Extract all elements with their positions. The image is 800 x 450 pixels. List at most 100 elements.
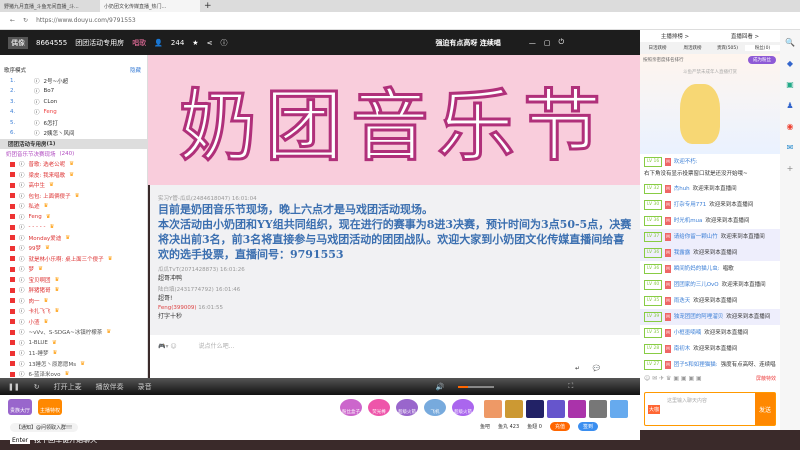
rank-tab[interactable]: 周活跃榜 [675, 45, 710, 51]
chat-input[interactable]: 说点什么吧... [199, 343, 235, 350]
minimize-icon[interactable]: — [529, 39, 536, 47]
member-item[interactable]: ⓘ 梁皮: 我来唱歌 ♛ [0, 170, 147, 181]
member-item[interactable]: ⓘ 就是林小乐啊: 桌上面三个傻子 ♛ [0, 254, 147, 265]
fullscreen-icon[interactable]: ⛶ [568, 382, 573, 391]
browser-tab[interactable]: 野猪九月直播_斗鱼无间直播_斗... [0, 0, 100, 12]
gamepad-icon[interactable]: 🎮▾ [158, 343, 168, 350]
member-item[interactable]: ⓘ 小渣 ♛ [0, 317, 147, 328]
member-item[interactable]: ⓘ 99梦 ♛ [0, 243, 147, 254]
volume-slider[interactable] [458, 385, 495, 388]
room-header: 偶像 8664555 团团活动专用房 唱歌 👤 244 ★ ⋖ ⓘ 强迫有点高呀 连续… [0, 30, 640, 55]
join-fan-button[interactable]: 成为粉丝 [748, 56, 776, 64]
gift-item[interactable] [526, 400, 544, 418]
queue-item[interactable]: 2. ⓘ Bo7 [0, 86, 147, 97]
power-icon[interactable]: ⏻ [559, 38, 565, 47]
member-item[interactable]: ⓘ 肉一 ♛ [0, 296, 147, 307]
crown-icon: ♛ [43, 318, 49, 325]
send-button[interactable]: 发送 [755, 393, 775, 425]
member-item[interactable]: ⓘ 梦 ♛ [0, 264, 147, 275]
member-item[interactable]: ⓘ ~vVv、S-SDGA~冰镇柠檬茶 ♛ [0, 327, 147, 338]
crown-icon: ♛ [38, 266, 43, 273]
fishbar-link[interactable]: 鱼吧 [480, 423, 490, 430]
member-item[interactable]: ⓘ 高中生 ♛ [0, 180, 147, 191]
block-effects-toggle[interactable]: 屏蔽特效 [756, 375, 776, 382]
new-tab-icon[interactable]: + [200, 1, 212, 11]
hide-toggle[interactable]: 隐藏 [130, 66, 141, 74]
record-control[interactable]: 录音 [138, 382, 152, 392]
member-item[interactable]: ⓘ - - - - - ♛ [0, 222, 147, 233]
member-item[interactable]: ⓘ 私迹 ♛ [0, 201, 147, 212]
gift-item[interactable]: 荧光棒 [368, 399, 390, 416]
badge-icon [10, 235, 15, 241]
search-icon[interactable]: 🔍 [785, 38, 795, 47]
channel[interactable]: 奶团音乐节决赛现场 (240) [0, 149, 147, 160]
queue-item[interactable]: 4. ⓘ Feng [0, 107, 147, 118]
reload-icon[interactable]: ↻ [23, 17, 28, 24]
volume-icon[interactable]: 🔊 [436, 383, 445, 391]
member-item[interactable]: ⓘ 1-BLUE ♛ [0, 338, 147, 349]
member-item[interactable]: ⓘ 卡扎飞飞 ♛ [0, 306, 147, 317]
member-item[interactable]: ⓘ 包包: 上面俩傻子 ♛ [0, 191, 147, 202]
privilege-button[interactable]: 主播特权 [38, 399, 63, 415]
queue-item[interactable]: 1. ⓘ 2号~小超 [0, 76, 147, 87]
gift-item[interactable]: 粉丝盒子 [340, 399, 362, 416]
rank-tab[interactable]: 日活跃榜 [640, 45, 675, 51]
browser-tab-active[interactable]: 小奶团文化传媒直播_热门... [100, 0, 200, 12]
user-icon[interactable]: ♟ [786, 101, 793, 110]
emoji-icon[interactable]: ☺ [170, 343, 176, 350]
bubble-icon[interactable]: 💬 [593, 365, 600, 372]
info-icon[interactable]: ⓘ [220, 38, 227, 48]
rank-tab[interactable]: 粉丝(0) [745, 45, 780, 51]
crown-icon: ♛ [52, 350, 58, 357]
gift-item[interactable] [610, 400, 628, 418]
gift-item[interactable] [484, 400, 502, 418]
gift-item[interactable] [589, 400, 607, 418]
maximize-icon[interactable]: ▢ [544, 39, 551, 47]
url-text[interactable]: https://www.douyu.com/9791553 [36, 17, 136, 24]
tag-icon[interactable]: ◆ [787, 59, 793, 68]
gift-item[interactable]: 飞机 [424, 399, 446, 416]
pause-icon[interactable]: ❚❚ [8, 383, 20, 391]
back-icon[interactable]: ← [10, 17, 15, 24]
member-item[interactable]: ⓘ 6-蓝泽米ovo ♛ [0, 369, 147, 378]
queue-item[interactable]: 6. ⓘ 2姨怎丶风间 [0, 128, 147, 139]
emoji-tools-icon[interactable]: ☺ ✉ ✈ ♛ ▣ ▣ ▣ ▣ [644, 375, 702, 382]
member-item[interactable]: ⓘ Feng ♛ [0, 212, 147, 223]
gift-item[interactable]: 超级火箭 [396, 399, 418, 416]
member-item[interactable]: ⓘ 宝贝啊团 ♛ [0, 275, 147, 286]
badge-icon: M [665, 158, 671, 166]
noble-hall-button[interactable]: 贵族大厅 [8, 399, 33, 415]
add-icon[interactable]: + [787, 164, 794, 173]
chat-message-input[interactable]: 这里输入聊天内容 [663, 393, 755, 425]
send-icon[interactable]: ↵ [575, 365, 580, 372]
star-icon[interactable]: ★ [192, 39, 198, 47]
chat-message: LV 16 M 欢迎不朽: 右下角没有显示投票窗口就是还没开始哦~ [644, 157, 748, 177]
badge-icon [10, 340, 15, 346]
member-item[interactable]: ⓘ 普歌: 选老公呢 ♛ [0, 159, 147, 170]
browser-tabs: 野猪九月直播_斗鱼无间直播_斗... 小奶团文化传媒直播_热门... + [0, 0, 800, 12]
member-item[interactable]: ⓘ 11-睡梦 ♛ [0, 348, 147, 359]
queue-item[interactable]: 5. ⓘ 6怎打 [0, 118, 147, 129]
gift-item[interactable] [547, 400, 565, 418]
rank-tab[interactable]: 贵宾(505) [710, 45, 745, 51]
queue-item[interactable]: 3. ⓘ CLon [0, 97, 147, 108]
chat-message: LV 28 M 南初木 欢迎来到本直播间 [640, 341, 780, 357]
wallet-icon[interactable]: ▣ [786, 80, 794, 89]
member-item[interactable]: ⓘ 13睡怎丶原愿愿Ms ♛ [0, 359, 147, 370]
gift-item[interactable]: 超级火箭 [452, 399, 474, 416]
address-bar[interactable]: ← ↻ https://www.douyu.com/9791553 [0, 12, 800, 30]
outlook-icon[interactable]: ✉ [787, 143, 794, 152]
anchor-rank-link[interactable]: 主播排榜 > [661, 32, 689, 40]
crown-icon: ♛ [43, 297, 49, 304]
share-icon[interactable]: ⋖ [207, 39, 213, 47]
music-control[interactable]: 播放伴奏 [96, 382, 124, 392]
room-section[interactable]: 团团活动专用房 (1) [0, 138, 147, 149]
gift-item[interactable] [505, 400, 523, 418]
gift-item[interactable] [568, 400, 586, 418]
refresh-icon[interactable]: ↻ [34, 383, 40, 391]
mic-control[interactable]: 打开上麦 [54, 382, 82, 392]
replay-link[interactable]: 直播回看 > [731, 32, 759, 40]
member-item[interactable]: ⓘ Monday爱迪 ♛ [0, 233, 147, 244]
office-icon[interactable]: ◉ [787, 122, 794, 131]
member-item[interactable]: ⓘ 胖猪猪哥 ♛ [0, 285, 147, 296]
